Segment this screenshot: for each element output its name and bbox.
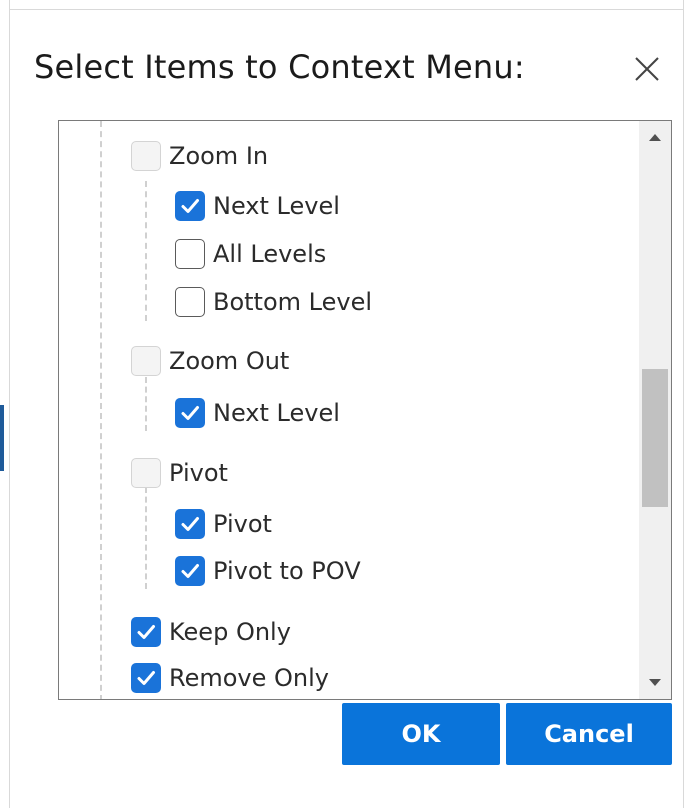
checkmark-icon — [181, 564, 199, 578]
tree-item-zoom-in-next-level[interactable]: Next Level — [175, 189, 340, 223]
tree-item-remove-only[interactable]: Remove Only — [131, 661, 329, 695]
tree-group-label: Pivot — [169, 459, 228, 487]
checkmark-icon — [137, 625, 155, 639]
checkbox-pivot[interactable] — [175, 509, 205, 539]
checkbox-zoom-in-next-level[interactable] — [175, 191, 205, 221]
tree-item-pivot[interactable]: Pivot — [175, 507, 272, 541]
checkbox-zoom-in-bottom-level[interactable] — [175, 287, 205, 317]
checkmark-icon — [137, 671, 155, 685]
checkbox-zoom-out-next-level[interactable] — [175, 398, 205, 428]
tree-group-label: Zoom In — [169, 142, 269, 170]
tree-item-keep-only[interactable]: Keep Only — [131, 615, 291, 649]
tree-item-label: Next Level — [213, 399, 340, 427]
close-icon — [635, 57, 659, 81]
triangle-up-icon — [649, 134, 661, 141]
backdrop-right-edge — [683, 0, 687, 808]
tree-item-label: Remove Only — [169, 664, 329, 692]
backdrop-accent — [0, 405, 4, 471]
backdrop-left-edge — [0, 0, 10, 808]
tree-item-label: Pivot — [213, 510, 272, 538]
checkbox-pivot-group[interactable] — [131, 458, 161, 488]
tree-guide-line — [100, 121, 102, 699]
cancel-button[interactable]: Cancel — [506, 703, 672, 765]
tree-group-pivot[interactable]: Pivot — [131, 456, 228, 490]
checkbox-zoom-in-all-levels[interactable] — [175, 239, 205, 269]
checkmark-icon — [181, 517, 199, 531]
checkbox-pivot-to-pov[interactable] — [175, 556, 205, 586]
backdrop-top-edge — [10, 0, 683, 10]
tree-group-label: Zoom Out — [169, 347, 290, 375]
scroll-down-button[interactable] — [639, 667, 671, 699]
tree-item-zoom-out-next-level[interactable]: Next Level — [175, 396, 340, 430]
tree-item-pivot-to-pov[interactable]: Pivot to POV — [175, 554, 361, 588]
checkmark-icon — [181, 199, 199, 213]
tree-item-zoom-in-all-levels[interactable]: All Levels — [175, 237, 326, 271]
checkbox-zoom-in[interactable] — [131, 141, 161, 171]
triangle-down-icon — [649, 679, 661, 686]
tree-item-label: Pivot to POV — [213, 557, 361, 585]
tree-item-label: Next Level — [213, 192, 340, 220]
scroll-up-button[interactable] — [639, 121, 671, 153]
tree-item-label: Bottom Level — [213, 288, 373, 316]
vertical-scrollbar[interactable] — [639, 121, 671, 699]
dialog-title: Select Items to Context Menu: — [34, 48, 525, 86]
checkbox-keep-only[interactable] — [131, 617, 161, 647]
scrollbar-thumb[interactable] — [642, 369, 668, 507]
ok-button[interactable]: OK — [342, 703, 500, 765]
tree-group-zoom-out[interactable]: Zoom Out — [131, 344, 289, 378]
close-button[interactable] — [630, 52, 664, 86]
tree-group-zoom-in[interactable]: Zoom In — [131, 139, 268, 173]
tree-guide-line — [145, 377, 147, 431]
tree-item-label: Keep Only — [169, 618, 291, 646]
tree-item-zoom-in-bottom-level[interactable]: Bottom Level — [175, 285, 372, 319]
tree-guide-line — [145, 487, 147, 589]
checkbox-zoom-out[interactable] — [131, 346, 161, 376]
tree-guide-line — [145, 181, 147, 321]
checkbox-remove-only[interactable] — [131, 663, 161, 693]
context-menu-dialog: Select Items to Context Menu: Zoom In Ne… — [10, 10, 683, 808]
checkmark-icon — [181, 406, 199, 420]
tree-item-label: All Levels — [213, 240, 327, 268]
items-tree-list[interactable]: Zoom In Next Level All Levels Bottom Lev… — [58, 120, 672, 700]
